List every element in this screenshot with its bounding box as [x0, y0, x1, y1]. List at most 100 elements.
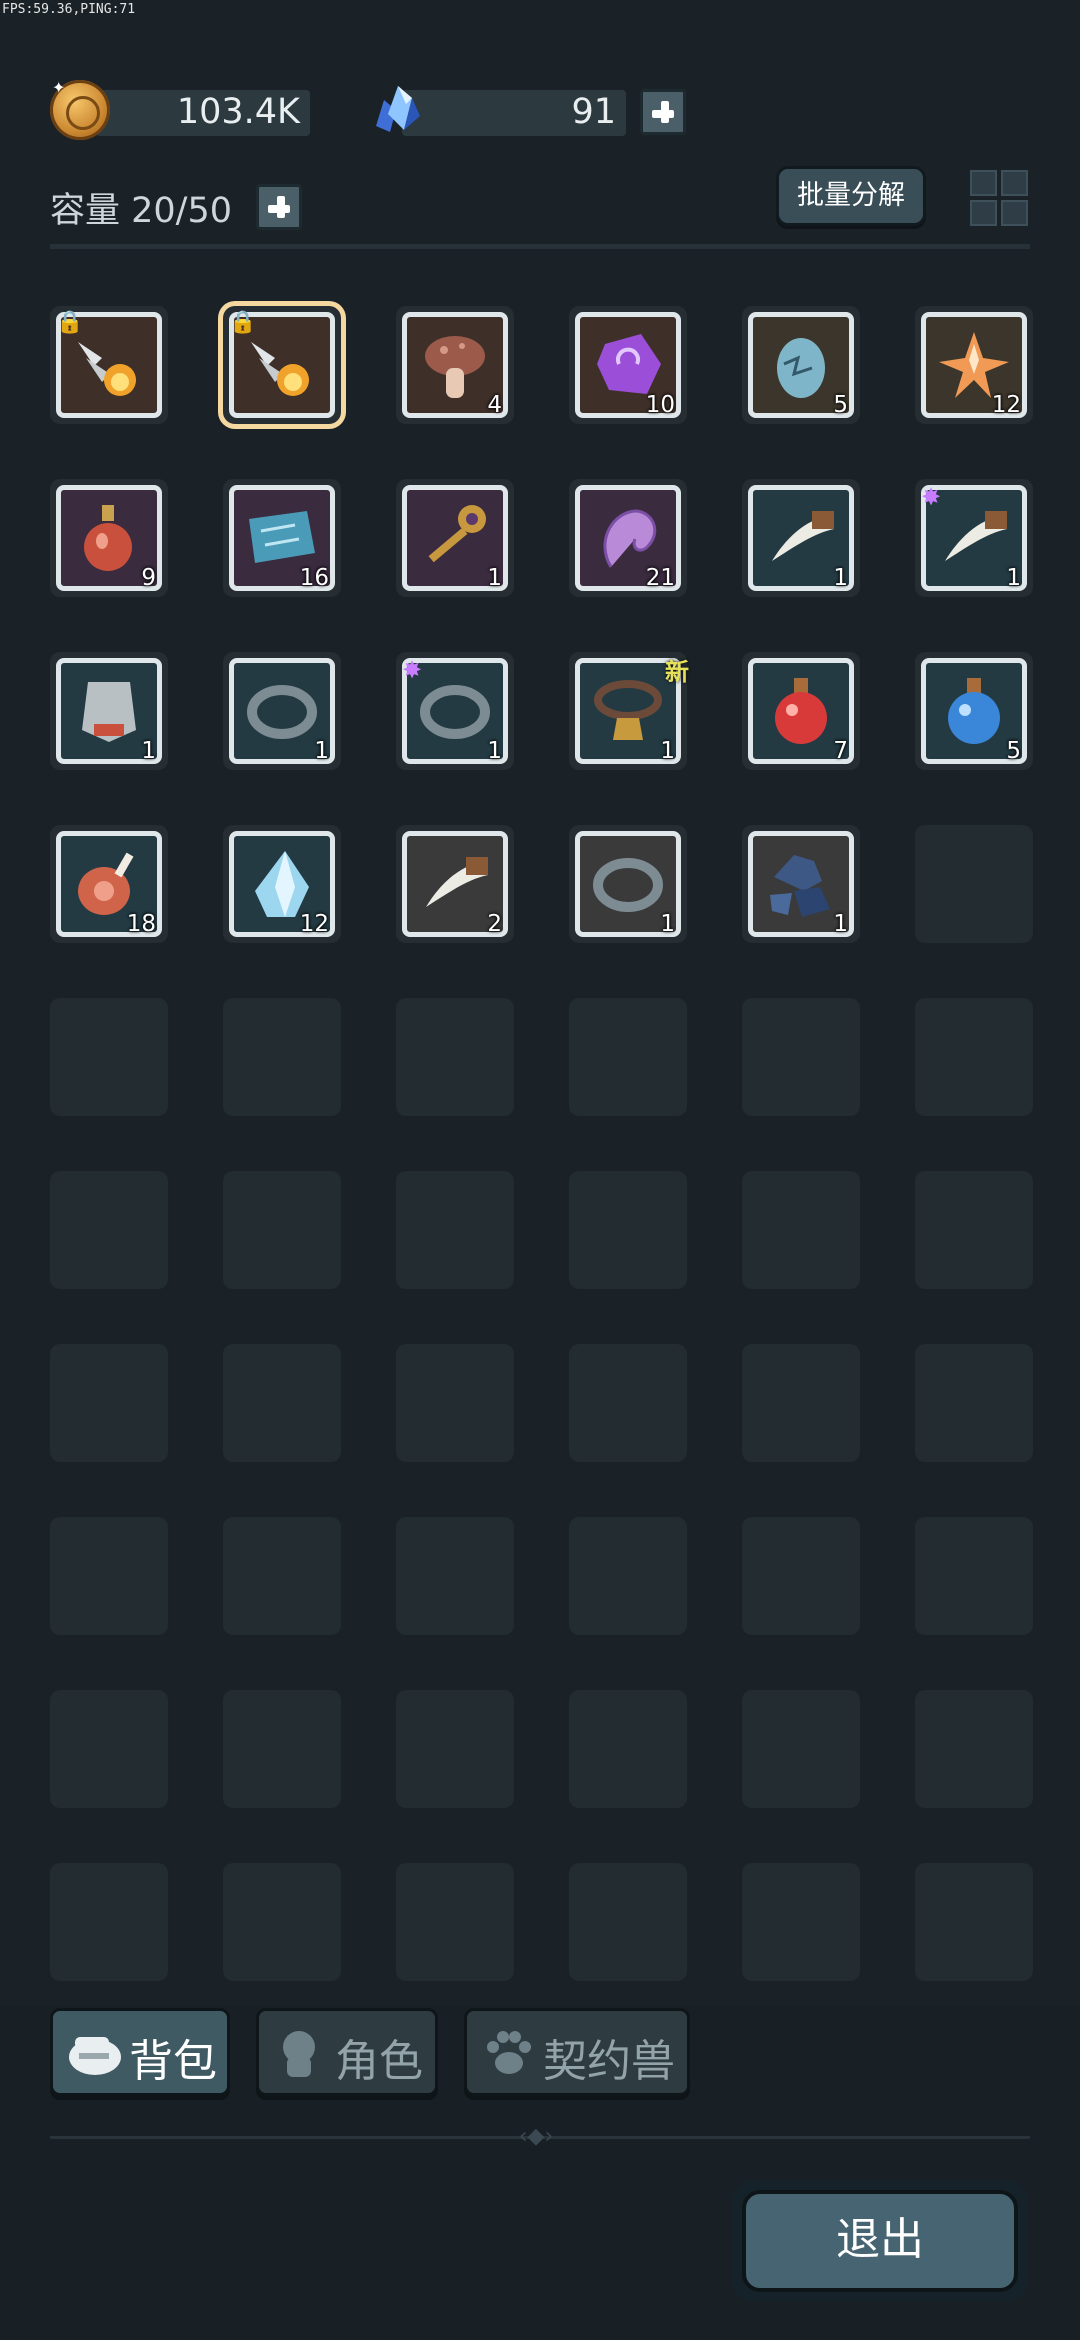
inventory-slot-empty[interactable] [915, 1517, 1033, 1635]
item-quantity: 1 [487, 565, 502, 591]
item-quantity: 21 [645, 565, 675, 591]
inventory-slot-empty[interactable] [396, 1690, 514, 1808]
inventory-slot-item[interactable]: 7 [742, 652, 860, 770]
inventory-slot-empty[interactable] [569, 1171, 687, 1289]
inventory-slot-empty[interactable] [50, 1517, 168, 1635]
item-quantity: 9 [141, 565, 156, 591]
tab-contract-beast[interactable]: 契约兽 [464, 2008, 690, 2096]
character-icon [283, 2031, 315, 2077]
inventory-slot-item[interactable]: 1 [396, 479, 514, 597]
paw-icon [487, 2031, 531, 2074]
inventory-slot-empty[interactable] [915, 1344, 1033, 1462]
inventory-slot-empty[interactable] [223, 1171, 341, 1289]
item-quantity: 5 [833, 392, 848, 418]
inventory-slot-empty[interactable] [396, 998, 514, 1116]
inventory-slot-empty[interactable] [742, 1171, 860, 1289]
item-quantity: 12 [991, 392, 1021, 418]
inventory-slot-empty[interactable] [223, 1863, 341, 1981]
inventory-slot-item[interactable]: 21 [569, 479, 687, 597]
inventory-slot-item[interactable]: 5 [915, 652, 1033, 770]
inventory-slot-empty[interactable] [50, 1344, 168, 1462]
inventory-slot-empty[interactable] [742, 998, 860, 1116]
inventory-slot-empty[interactable] [915, 825, 1033, 943]
inventory-slot-empty[interactable] [742, 1344, 860, 1462]
gem-amount: 91 [571, 92, 616, 132]
inventory-slot-item[interactable]: 4 [396, 306, 514, 424]
inventory-slot-item[interactable]: 16 [223, 479, 341, 597]
inventory-slot-item[interactable]: 1 [569, 825, 687, 943]
item-quantity: 1 [1006, 565, 1021, 591]
inventory-slot-empty[interactable] [223, 998, 341, 1116]
fang-icon [945, 511, 1007, 561]
tab-bag[interactable]: 背包 [50, 2008, 230, 2096]
inventory-slot-item[interactable]: 2 [396, 825, 514, 943]
inventory-slot-empty[interactable] [396, 1517, 514, 1635]
bell-collar-icon [594, 680, 662, 740]
inventory-slot-empty[interactable] [50, 1863, 168, 1981]
inventory-slot-item[interactable]: ✸ 1 [915, 479, 1033, 597]
inventory-slot-empty[interactable] [50, 1690, 168, 1808]
inventory-slot-item[interactable]: 5 [742, 306, 860, 424]
star-crystal-icon [939, 332, 1009, 398]
item-quantity: 2 [487, 911, 502, 937]
red-elixir-flask-icon [84, 505, 132, 571]
inventory-slot-empty[interactable] [915, 998, 1033, 1116]
item-quantity: 12 [299, 911, 329, 937]
inventory-slot-item[interactable]: 1 [223, 652, 341, 770]
bag-icon [69, 2037, 121, 2075]
inventory-slot-item[interactable]: 1 [50, 652, 168, 770]
add-gems-button[interactable] [640, 89, 686, 135]
inventory-slot-empty[interactable] [569, 1863, 687, 1981]
ring-icon [593, 858, 663, 912]
inventory-slot-item[interactable]: ✸ 1 [396, 652, 514, 770]
inventory-slot-item[interactable]: 🔒 [223, 306, 341, 424]
exit-button[interactable]: 退出 [732, 2180, 1028, 2302]
inventory-slot-empty[interactable] [50, 998, 168, 1116]
inventory-slot-item[interactable]: 9 [50, 479, 168, 597]
item-quantity: 1 [833, 565, 848, 591]
inventory-slot-empty[interactable] [223, 1690, 341, 1808]
inventory-slot-item[interactable]: 12 [223, 825, 341, 943]
inventory-slot-empty[interactable] [396, 1344, 514, 1462]
inventory-slot-item[interactable]: 10 [569, 306, 687, 424]
inventory-slot-empty[interactable] [396, 1863, 514, 1981]
inventory-slot-empty[interactable] [915, 1171, 1033, 1289]
item-quantity: 18 [126, 911, 156, 937]
inventory-slot-empty[interactable] [50, 1171, 168, 1289]
inventory-slot-item[interactable]: 新1 [569, 652, 689, 770]
ore-chunk-icon [770, 855, 830, 917]
inventory-slot-item[interactable]: 🔒 [50, 306, 168, 424]
inventory-slot-empty[interactable] [569, 1517, 687, 1635]
item-quantity: 5 [1006, 738, 1021, 764]
divider-ornament-icon: ‹◆› [518, 2124, 554, 2149]
gem-display: 91 [402, 90, 626, 136]
inventory-slot-empty[interactable] [742, 1517, 860, 1635]
inventory-grid: 🔒 🔒 4 10 5 12 9 16 1 21 1 ✸ 1 1 1 ✸ 1 新 1 7 5 18 12 2 1 1 [50, 306, 1034, 1986]
inventory-slot-empty[interactable] [223, 1344, 341, 1462]
flame-arrow-icon [78, 342, 136, 396]
tab-character[interactable]: 角色 [256, 2008, 438, 2096]
inventory-slot-empty[interactable] [223, 1517, 341, 1635]
inventory-slot-empty[interactable] [569, 998, 687, 1116]
inventory-slot-item[interactable]: 18 [50, 825, 168, 943]
tab-contract-beast-label: 契约兽 [543, 2036, 675, 2087]
header-divider [50, 244, 1030, 249]
expand-capacity-button[interactable] [256, 184, 302, 230]
inventory-slot-empty[interactable] [915, 1690, 1033, 1808]
inventory-slot-empty[interactable] [915, 1863, 1033, 1981]
fang-icon [772, 511, 834, 561]
inventory-slot-empty[interactable] [742, 1863, 860, 1981]
fang-icon [426, 857, 488, 907]
item-quantity: 1 [487, 738, 502, 764]
inventory-slot-empty[interactable] [569, 1344, 687, 1462]
inventory-slot-item[interactable]: 1 [742, 479, 860, 597]
meat-icon [78, 852, 134, 915]
inventory-slot-item[interactable]: 12 [915, 306, 1033, 424]
batch-decompose-button[interactable]: 批量分解 [776, 166, 926, 226]
inventory-slot-item[interactable]: 1 [742, 825, 860, 943]
inventory-slot-empty[interactable] [569, 1690, 687, 1808]
inventory-slot-empty[interactable] [742, 1690, 860, 1808]
inventory-slot-empty[interactable] [396, 1171, 514, 1289]
grid-view-icon[interactable] [970, 170, 1028, 226]
dragon-egg-icon [777, 338, 825, 398]
